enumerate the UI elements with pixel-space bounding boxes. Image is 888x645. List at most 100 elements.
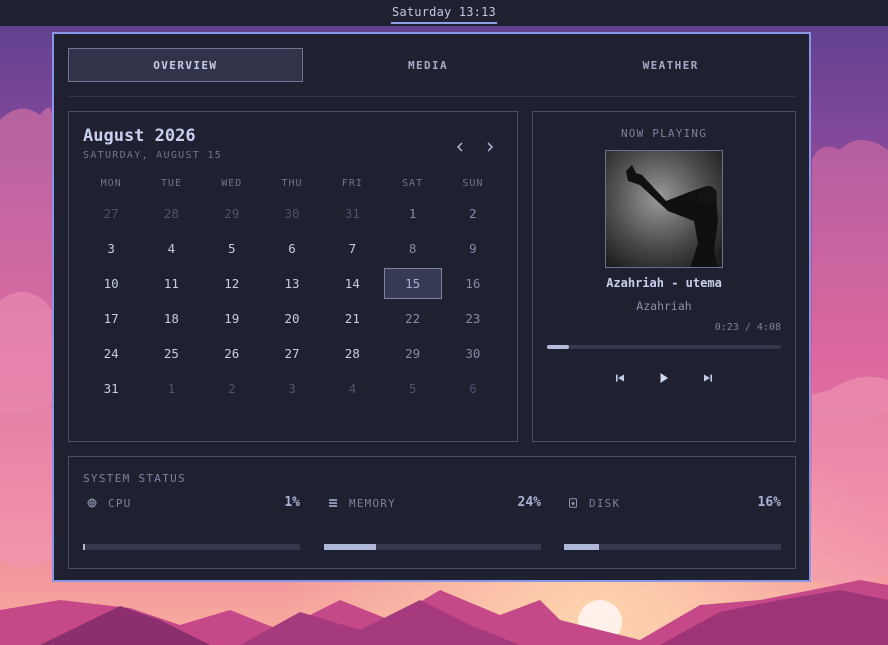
calendar-day-number: 6 [288,241,296,256]
calendar-day[interactable]: 8 [382,231,442,266]
calendar-day-number: 18 [163,311,179,326]
calendar-day[interactable]: 28 [322,336,382,371]
cpu-value: 1% [284,495,300,510]
clock[interactable]: Saturday 13:13 [391,5,497,24]
calendar-day[interactable]: 25 [141,336,201,371]
calendar-day[interactable]: 2 [202,371,262,406]
calendar-day[interactable]: 29 [382,336,442,371]
calendar-day[interactable]: 29 [202,196,262,231]
calendar-day-number: 27 [103,206,119,221]
calendar-day[interactable]: 30 [262,196,322,231]
calendar-day[interactable]: 6 [262,231,322,266]
calendar-day[interactable]: 28 [141,196,201,231]
disk-label: DISK [589,497,621,510]
tabs-divider [68,96,796,97]
calendar-day[interactable]: 5 [382,371,442,406]
calendar-day[interactable]: 4 [141,231,201,266]
calendar-day[interactable]: 9 [443,231,503,266]
calendar-day[interactable]: 2 [443,196,503,231]
weekday-header: THU [281,178,303,189]
album-cover [605,150,723,268]
chevron-right-icon [487,142,493,152]
dashboard-panel: OVERVIEW MEDIA WEATHER August 2026 SATUR… [52,32,811,582]
calendar-day[interactable]: 13 [262,266,322,301]
calendar-card: August 2026 SATURDAY, AUGUST 15 MON TUE WE… [68,111,518,442]
calendar-day[interactable]: 1 [141,371,201,406]
disk-bar-fill [564,544,599,550]
calendar-day-number: 29 [405,346,421,361]
calendar-day-number: 31 [344,206,360,221]
skip-next-icon [704,374,712,382]
playback-controls [533,372,795,384]
play-icon [660,373,668,383]
calendar-day[interactable]: 4 [322,371,382,406]
calendar-day-number: 7 [348,241,357,256]
calendar-day[interactable]: 16 [443,266,503,301]
memory-bar-fill [324,544,377,550]
calendar-day[interactable]: 6 [443,371,503,406]
calendar-day[interactable]: 31 [322,196,382,231]
cpu-icon [87,498,97,508]
calendar-day[interactable]: 12 [202,266,262,301]
memory-value: 24% [517,495,541,510]
system-status-title: SYSTEM STATUS [83,472,186,485]
calendar-day[interactable]: 19 [202,301,262,336]
calendar-day[interactable]: 26 [202,336,262,371]
calendar-month-title: August 2026 [83,126,196,146]
cpu-metric: CPU 1% [83,495,300,555]
calendar-day-number: 28 [344,346,360,361]
calendar-day[interactable]: 3 [262,371,322,406]
tab-weather[interactable]: WEATHER [553,48,788,82]
calendar-day-number: 27 [284,346,300,361]
calendar-day[interactable]: 24 [81,336,141,371]
calendar-day-number: 14 [344,276,360,291]
disk-value: 16% [757,495,781,510]
disk-metric: DISK 16% [564,495,781,555]
calendar-day[interactable]: 10 [81,266,141,301]
calendar-day[interactable]: 17 [81,301,141,336]
calendar-day-number: 20 [284,311,300,326]
calendar-day[interactable]: 11 [141,266,201,301]
track-progress-bar[interactable] [547,345,781,349]
calendar-day[interactable]: 22 [382,301,442,336]
skip-next-button[interactable] [703,372,713,384]
calendar-day[interactable]: 23 [443,301,503,336]
calendar-day[interactable]: 14 [322,266,382,301]
calendar-day-number: 17 [103,311,119,326]
calendar-day-number: 13 [284,276,300,291]
weekday-header: SUN [462,178,484,189]
calendar-next-button[interactable] [480,137,500,157]
calendar-day[interactable]: 27 [262,336,322,371]
calendar-day-today[interactable]: 15 [382,266,442,301]
play-button[interactable] [659,372,669,384]
calendar-day[interactable]: 21 [322,301,382,336]
tab-media[interactable]: MEDIA [311,48,546,82]
calendar-day-number: 3 [288,381,296,396]
calendar-grid: 27 28 29 30 31 1 2 3 4 5 6 7 8 9 10 11 12 13 14 15 16 17 18 19 2… [81,196,503,406]
calendar-day[interactable]: 20 [262,301,322,336]
tab-overview[interactable]: OVERVIEW [68,48,303,82]
calendar-day[interactable]: 3 [81,231,141,266]
now-playing-card: NOW PLAYING Azahriah - utema Azahriah 0:… [532,111,796,442]
system-status-card: SYSTEM STATUS CPU 1% MEMORY 24% DISK 16% [68,456,796,569]
skip-previous-button[interactable] [615,372,625,384]
calendar-day[interactable]: 1 [382,196,442,231]
calendar-day[interactable]: 27 [81,196,141,231]
calendar-day-number: 12 [224,276,240,291]
calendar-day-number: 16 [465,276,481,291]
calendar-day[interactable]: 30 [443,336,503,371]
calendar-day-number: 30 [465,346,481,361]
calendar-day[interactable]: 5 [202,231,262,266]
calendar-day-number: 11 [163,276,179,291]
calendar-day-number: 29 [224,206,240,221]
calendar-day-number: 4 [167,241,176,256]
now-playing-label: NOW PLAYING [620,127,708,140]
calendar-prev-button[interactable] [450,137,470,157]
calendar-day[interactable]: 18 [141,301,201,336]
calendar-day-number: 30 [284,206,300,221]
top-bar: Saturday 13:13 [0,0,888,26]
calendar-weekdays: MON TUE WED THU FRI SAT SUN [81,178,503,189]
calendar-day[interactable]: 7 [322,231,382,266]
calendar-day-number: 15 [383,268,442,299]
calendar-day[interactable]: 31 [81,371,141,406]
